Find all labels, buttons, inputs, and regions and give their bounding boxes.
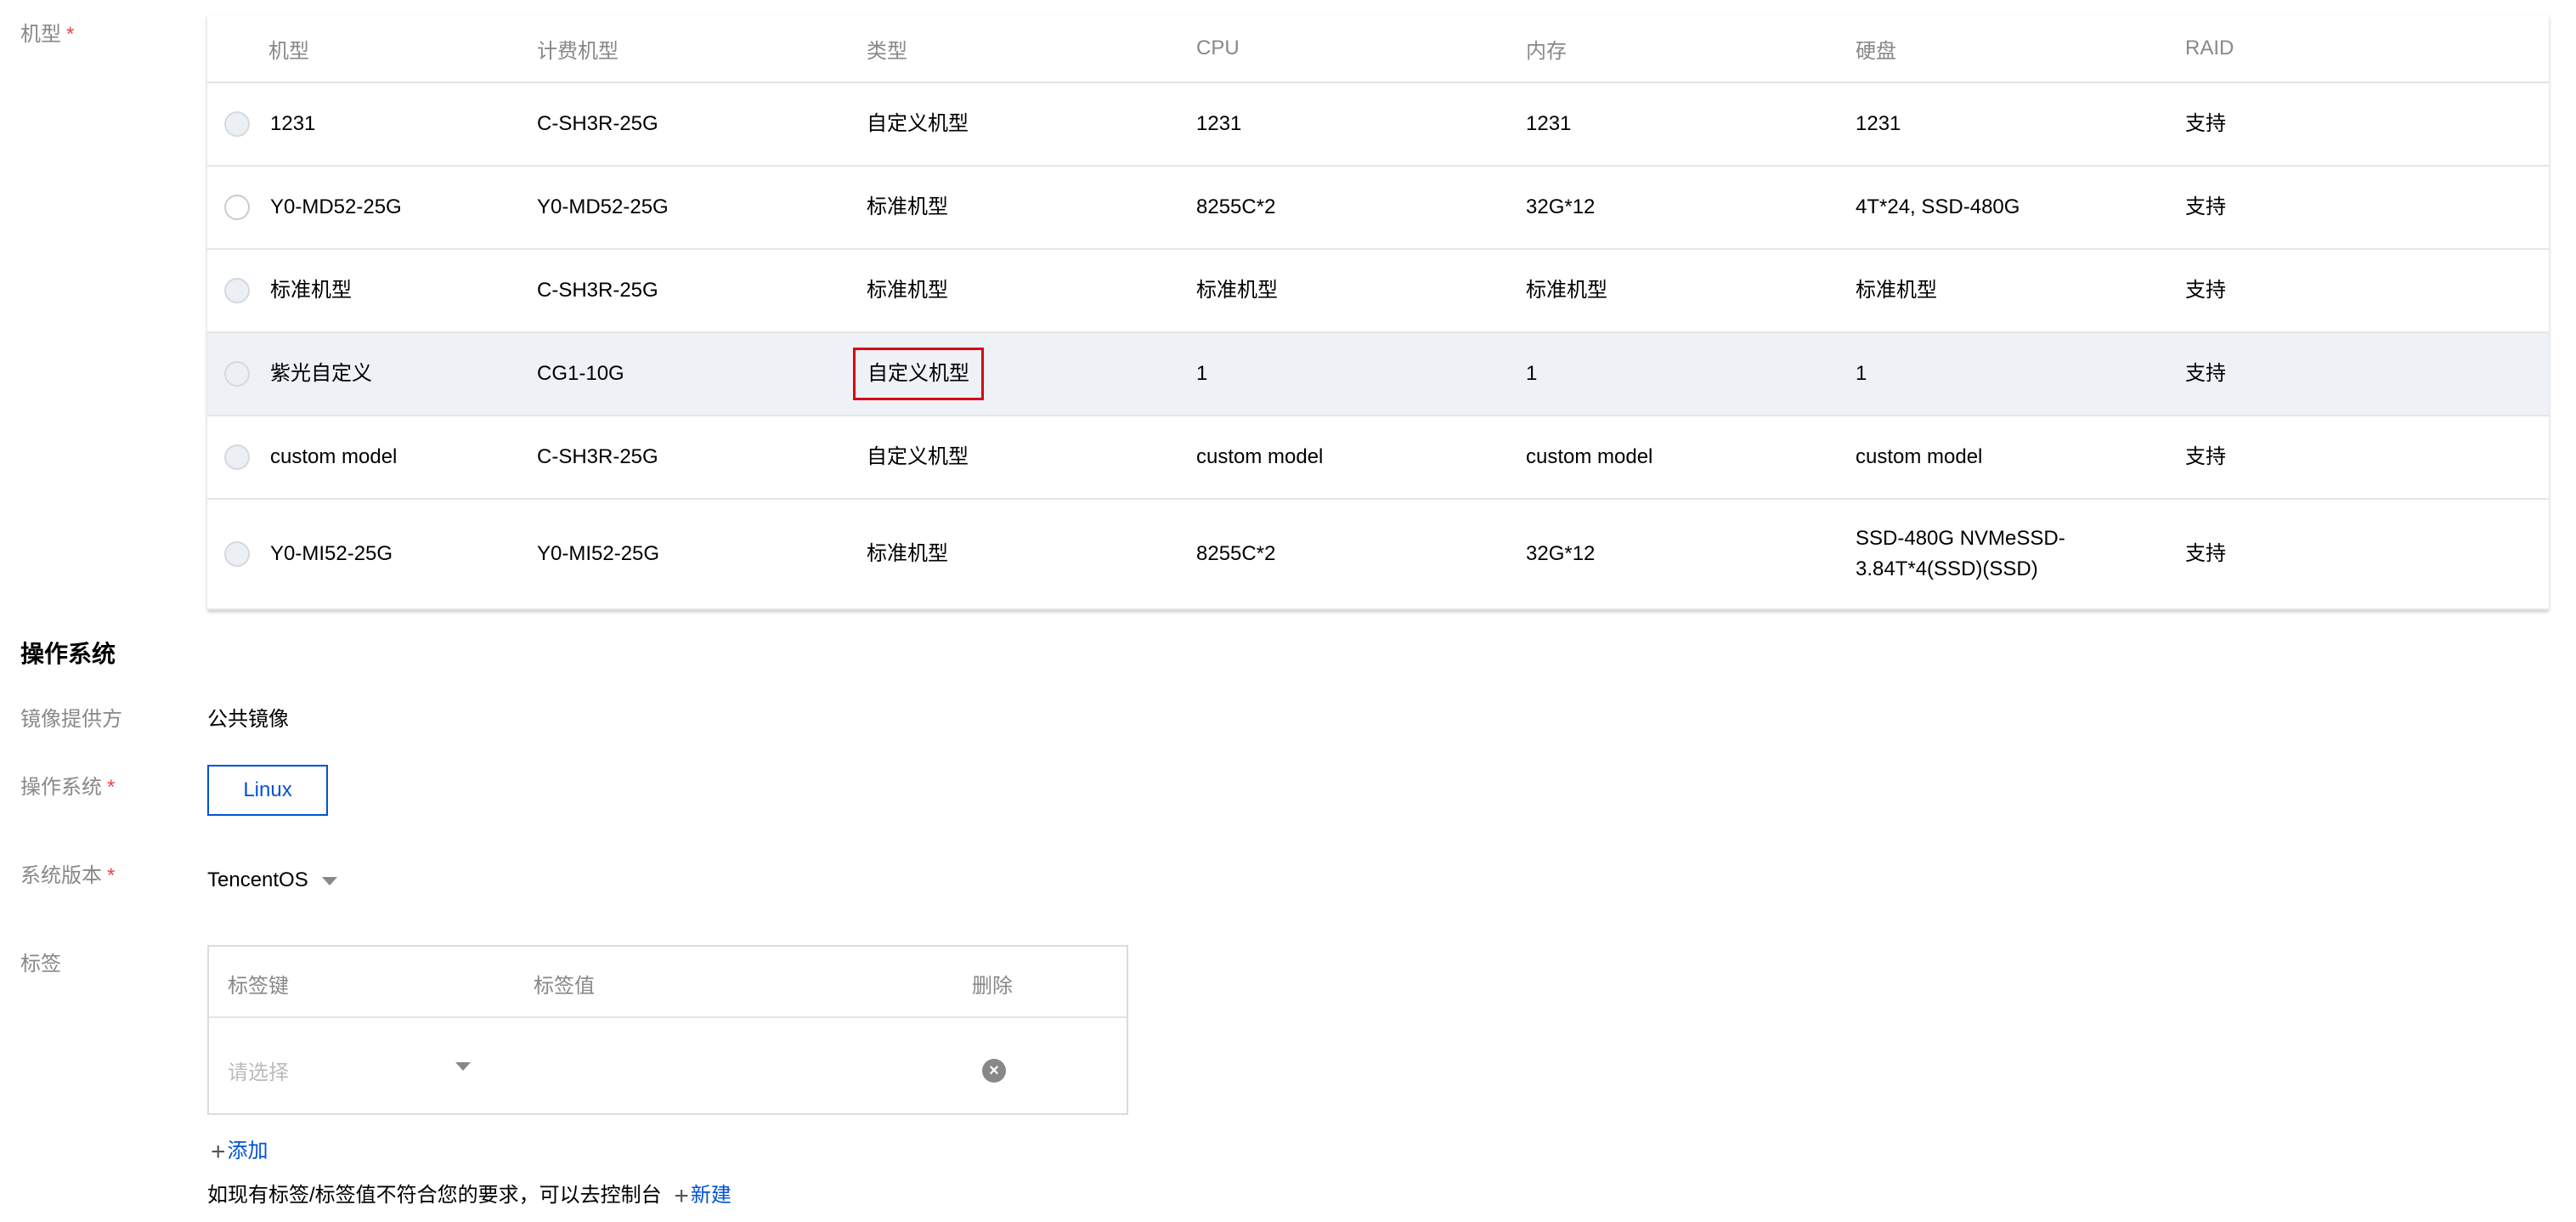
plus-icon: + xyxy=(211,1138,226,1166)
cell-memory: 1 xyxy=(1526,332,1856,416)
cell-type: 自定义机型 xyxy=(867,82,1196,167)
row-radio[interactable] xyxy=(224,444,250,470)
col-billing: 计费机型 xyxy=(537,15,867,83)
cell-cpu: 标准机型 xyxy=(1196,249,1526,333)
machine-label: 机型 * xyxy=(20,23,75,46)
os-version-value: TencentOS xyxy=(207,868,308,891)
required-mark: * xyxy=(107,864,116,887)
cell-disk: 1 xyxy=(1856,332,2185,416)
new-tag-label: 新建 xyxy=(690,1184,732,1207)
cell-raid: 支持 xyxy=(2185,416,2549,500)
cell-disk: 4T*24, SSD-480G xyxy=(1856,166,2185,250)
cell-disk: SSD-480G NVMeSSD-3.84T*4(SSD)(SSD) xyxy=(1856,499,2185,610)
cell-type-highlighted: 自定义机型 xyxy=(853,348,984,400)
cell-billing: Y0-MI52-25G xyxy=(537,499,867,610)
table-row[interactable]: 标准机型 C-SH3R-25G 标准机型 标准机型 标准机型 标准机型 支持 xyxy=(207,249,2549,333)
cell-billing: C-SH3R-25G xyxy=(537,249,867,333)
row-radio[interactable] xyxy=(224,111,250,137)
tag-table-header: 标签键 标签值 删除 xyxy=(209,947,1127,1018)
cell-type: 标准机型 xyxy=(867,499,1196,610)
row-radio[interactable] xyxy=(224,278,250,303)
tag-table: 标签键 标签值 删除 请选择 × xyxy=(207,945,1128,1115)
col-cpu: CPU xyxy=(1196,15,1526,83)
cell-cpu: 1 xyxy=(1196,332,1526,416)
os-linux-button[interactable]: Linux xyxy=(207,765,328,816)
machine-table: 机型 计费机型 类型 CPU 内存 硬盘 RAID 1231 C-SH3R-25… xyxy=(207,15,2549,610)
cell-memory: custom model xyxy=(1526,416,1856,500)
plus-icon: + xyxy=(674,1182,689,1210)
col-memory: 内存 xyxy=(1526,15,1856,83)
required-mark: * xyxy=(107,776,116,799)
cell-memory: 标准机型 xyxy=(1526,249,1856,333)
tag-key-select[interactable]: 请选择 xyxy=(209,1018,489,1115)
section-title-os: 操作系统 xyxy=(20,641,116,667)
tag-key-placeholder: 请选择 xyxy=(228,1061,289,1084)
add-tag-label: 添加 xyxy=(227,1140,268,1163)
col-machine: 机型 xyxy=(207,15,537,83)
table-row[interactable]: custom model C-SH3R-25G 自定义机型 custom mod… xyxy=(207,416,2549,500)
caret-down-icon xyxy=(322,876,338,885)
cell-type: 自定义机型 xyxy=(867,416,1196,500)
cell-raid: 支持 xyxy=(2185,249,2549,333)
col-tag-delete: 删除 xyxy=(972,975,1013,998)
cell-machine: 1231 xyxy=(270,112,316,135)
col-tag-key: 标签键 xyxy=(228,975,289,998)
tags-label: 标签 xyxy=(20,953,61,976)
cell-cpu: 8255C*2 xyxy=(1196,166,1526,250)
tag-row: 请选择 × xyxy=(209,1018,1127,1115)
row-radio[interactable] xyxy=(224,361,250,387)
cell-memory: 32G*12 xyxy=(1526,166,1856,250)
cell-cpu: 1231 xyxy=(1196,82,1526,167)
col-tag-value: 标签值 xyxy=(534,975,595,998)
cell-type: 标准机型 xyxy=(867,166,1196,250)
new-tag-link[interactable]: +新建 xyxy=(674,1182,732,1210)
cell-type: 标准机型 xyxy=(867,249,1196,333)
cell-raid: 支持 xyxy=(2185,332,2549,416)
tag-hint: 如现有标签/标签值不符合您的要求，可以去控制台 +新建 xyxy=(207,1178,732,1211)
cell-machine: 紫光自定义 xyxy=(270,362,372,385)
cell-machine: custom model xyxy=(270,445,398,468)
cell-raid: 支持 xyxy=(2185,499,2549,610)
row-radio[interactable] xyxy=(224,541,250,567)
cell-machine: 标准机型 xyxy=(270,279,352,302)
col-type: 类型 xyxy=(867,15,1196,83)
col-disk: 硬盘 xyxy=(1856,15,2185,83)
cell-raid: 支持 xyxy=(2185,166,2549,250)
row-radio[interactable] xyxy=(224,195,250,220)
cell-disk: 标准机型 xyxy=(1856,249,2185,333)
table-row[interactable]: Y0-MD52-25G Y0-MD52-25G 标准机型 8255C*2 32G… xyxy=(207,166,2549,250)
cell-billing: C-SH3R-25G xyxy=(537,82,867,167)
cell-billing: CG1-10G xyxy=(537,332,867,416)
col-raid: RAID xyxy=(2185,15,2549,83)
required-mark: * xyxy=(66,23,75,46)
tag-hint-text: 如现有标签/标签值不符合您的要求，可以去控制台 xyxy=(207,1184,662,1207)
cell-disk: 1231 xyxy=(1856,82,2185,167)
cell-memory: 32G*12 xyxy=(1526,499,1856,610)
add-tag-button[interactable]: +添加 xyxy=(211,1134,268,1167)
cell-raid: 支持 xyxy=(2185,82,2549,167)
cell-machine: Y0-MD52-25G xyxy=(270,195,402,218)
cell-billing: Y0-MD52-25G xyxy=(537,166,867,250)
cell-billing: C-SH3R-25G xyxy=(537,416,867,500)
table-row[interactable]: 1231 C-SH3R-25G 自定义机型 1231 1231 1231 支持 xyxy=(207,82,2549,167)
table-header-row: 机型 计费机型 类型 CPU 内存 硬盘 RAID xyxy=(207,15,2549,83)
cell-disk: custom model xyxy=(1856,416,2185,500)
table-row-hovered[interactable]: 紫光自定义 CG1-10G 自定义机型 1 1 1 支持 xyxy=(207,332,2549,416)
os-version-select[interactable]: TencentOS xyxy=(207,868,338,892)
table-row[interactable]: Y0-MI52-25G Y0-MI52-25G 标准机型 8255C*2 32G… xyxy=(207,499,2549,610)
close-circle-icon[interactable]: × xyxy=(982,1059,1006,1083)
os-label: 操作系统 * xyxy=(20,776,116,799)
cell-cpu: custom model xyxy=(1196,416,1526,500)
cell-memory: 1231 xyxy=(1526,82,1856,167)
os-version-label: 系统版本 * xyxy=(20,864,116,887)
cell-machine: Y0-MI52-25G xyxy=(270,542,393,565)
image-provider-label: 镜像提供方 xyxy=(20,708,122,731)
cell-cpu: 8255C*2 xyxy=(1196,499,1526,610)
image-provider-value: 公共镜像 xyxy=(207,708,289,731)
caret-down-icon xyxy=(455,1062,471,1071)
